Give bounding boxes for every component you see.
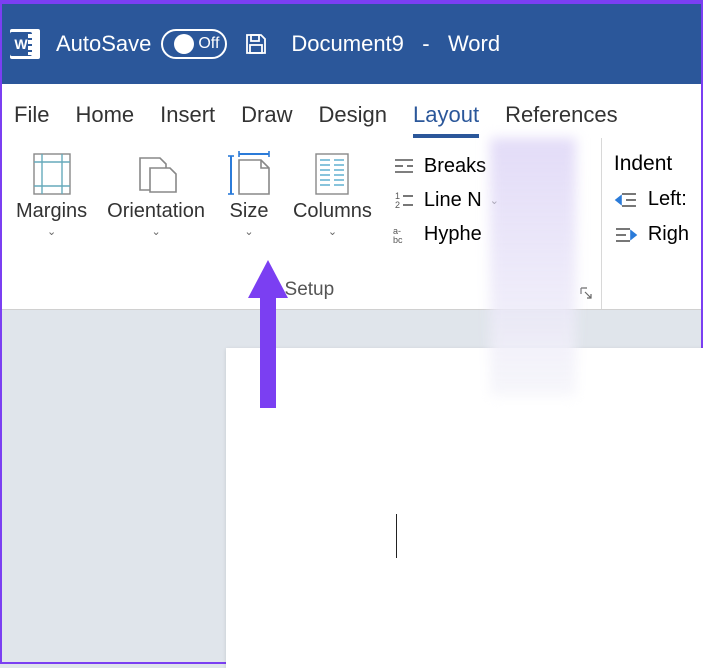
dialog-launcher-icon[interactable] [579, 286, 593, 303]
ribbon: Margins ⌄ Orientation ⌄ [2, 138, 701, 310]
size-button[interactable]: Size ⌄ [219, 146, 279, 250]
orientation-icon [132, 150, 180, 198]
autosave-control: AutoSave Off [56, 29, 227, 59]
tab-draw[interactable]: Draw [241, 102, 292, 138]
tab-file[interactable]: File [14, 102, 49, 138]
ribbon-tabs: File Home Insert Draw Design Layout Refe… [2, 84, 701, 138]
breaks-icon [392, 154, 416, 178]
svg-text:W: W [14, 36, 28, 52]
tab-insert[interactable]: Insert [160, 102, 215, 138]
paragraph-group: Indent Left: Righ [602, 138, 701, 309]
line-numbers-button[interactable]: 1 2 Line N ⌄ [386, 184, 505, 216]
document-canvas[interactable] [2, 314, 701, 662]
autosave-label: AutoSave [56, 31, 151, 57]
chevron-down-icon: ⌄ [244, 225, 253, 238]
indent-left-row[interactable]: Left: [614, 182, 689, 217]
indent-right-row[interactable]: Righ [614, 217, 689, 252]
save-button[interactable] [243, 31, 269, 57]
svg-text:2: 2 [395, 200, 400, 210]
hyphenation-button[interactable]: a- bc Hyphe [386, 218, 505, 250]
toggle-knob-icon [174, 34, 194, 54]
document-title: Document9 - Word [291, 31, 500, 57]
orientation-button[interactable]: Orientation ⌄ [101, 146, 211, 250]
indent-right-icon [614, 225, 638, 245]
page-setup-label: e Setup [10, 275, 593, 305]
document-page[interactable] [226, 348, 703, 668]
line-numbers-icon: 1 2 [392, 188, 416, 212]
svg-text:bc: bc [393, 235, 403, 244]
columns-icon [308, 150, 356, 198]
chevron-down-icon: ⌄ [151, 225, 160, 238]
chevron-down-icon: ⌄ [47, 225, 56, 238]
breaks-button[interactable]: Breaks [386, 150, 505, 182]
margins-icon [28, 150, 76, 198]
word-app-icon: W [10, 29, 40, 59]
tab-references[interactable]: References [505, 102, 618, 138]
size-icon [225, 150, 273, 198]
page-setup-group: Margins ⌄ Orientation ⌄ [2, 138, 602, 309]
hyphenation-icon: a- bc [392, 222, 416, 246]
chevron-down-icon: ⌄ [328, 225, 337, 238]
tab-design[interactable]: Design [319, 102, 387, 138]
indent-title: Indent [614, 146, 689, 182]
tab-home[interactable]: Home [75, 102, 134, 138]
text-cursor [396, 514, 397, 558]
indent-left-icon [614, 190, 638, 210]
autosave-toggle[interactable]: Off [161, 29, 227, 59]
margins-button[interactable]: Margins ⌄ [10, 146, 93, 250]
title-bar: W AutoSave Off Document9 - Word [2, 4, 701, 84]
chevron-down-icon: ⌄ [490, 194, 499, 207]
autosave-state: Off [198, 35, 219, 53]
columns-button[interactable]: Columns ⌄ [287, 146, 378, 250]
tab-layout[interactable]: Layout [413, 102, 479, 138]
